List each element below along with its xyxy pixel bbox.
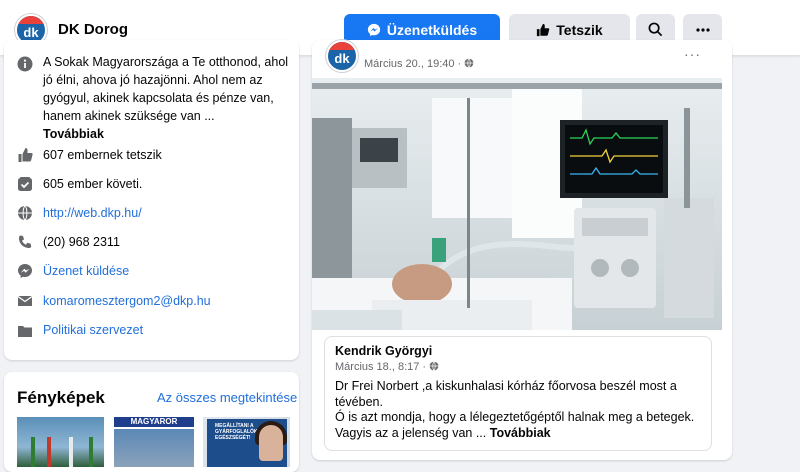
- email-link[interactable]: komaromesztergom2@dkp.hu: [43, 292, 293, 310]
- post-card: dk Március 20., 19:40 · ··· Kendrik Györ…: [312, 40, 732, 460]
- about-intro: A Sokak Magyarországa a Te otthonod, aho…: [43, 53, 293, 143]
- flag-pole: [47, 437, 51, 467]
- page-title[interactable]: DK Dorog: [58, 21, 128, 38]
- poster-card: MEGÁLLÍTANI A GYÁRFOGLALÓKAT EGÉSZSÉGÉT!: [207, 419, 287, 467]
- post-date-text: Március 20., 19:40 ·: [364, 58, 462, 70]
- check-box-icon: [16, 175, 34, 193]
- globe-icon: [16, 204, 34, 222]
- globe-privacy-icon: [429, 361, 439, 371]
- folder-icon: [16, 321, 34, 339]
- post-timestamp[interactable]: Március 20., 19:40 ·: [364, 58, 474, 70]
- post-avatar[interactable]: dk: [326, 40, 358, 72]
- more-dots-icon: [695, 27, 710, 32]
- search-icon: [648, 22, 663, 37]
- about-intro-text: A Sokak Magyarországa a Te otthonod, aho…: [43, 55, 289, 123]
- send-message-link[interactable]: Üzenet küldése: [43, 262, 293, 280]
- logo-arc: [328, 42, 356, 50]
- photo-thumbnail[interactable]: MAGYAROR: [110, 417, 197, 467]
- post-image[interactable]: [312, 78, 722, 330]
- ventilator-photo: [312, 78, 722, 330]
- shared-text-line1: Dr Frei Norbert ,a kiskunhalasi kórház f…: [335, 379, 677, 409]
- person-face: [259, 425, 283, 461]
- logo-text: dk: [334, 51, 350, 66]
- category-link[interactable]: Politikai szervezet: [43, 321, 293, 339]
- thumbs-up-icon: [16, 146, 34, 164]
- messenger-icon: [367, 23, 380, 36]
- phone-icon: [16, 233, 34, 251]
- flag-pole: [89, 437, 93, 467]
- shared-timestamp[interactable]: Március 18., 8:17 ·: [335, 361, 439, 373]
- logo-text: dk: [23, 25, 39, 40]
- shared-author[interactable]: Kendrik Györgyi: [335, 344, 432, 358]
- shared-post[interactable]: Kendrik Györgyi Március 18., 8:17 · Dr F…: [324, 336, 712, 451]
- logo-arc: [17, 16, 45, 24]
- about-card: A Sokak Magyarországa a Te otthonod, aho…: [4, 40, 299, 360]
- shared-date-text: Március 18., 8:17 ·: [335, 361, 427, 373]
- post-more-button[interactable]: ···: [684, 46, 701, 62]
- shared-see-more-link[interactable]: Továbbiak: [490, 426, 551, 440]
- see-more-link[interactable]: Továbbiak: [43, 127, 104, 141]
- flag-pole: [31, 437, 35, 467]
- thumbs-up-icon: [537, 23, 550, 36]
- info-icon: [16, 55, 34, 73]
- message-button-label: Üzenetküldés: [386, 21, 478, 38]
- photos-card: Fényképek Az összes megtekintése MAGYARO…: [4, 372, 299, 472]
- magazine-banner: MAGYAROR: [114, 417, 194, 427]
- website-link[interactable]: http://web.dkp.hu/: [43, 204, 293, 222]
- envelope-icon: [16, 292, 34, 310]
- photo-thumbnail[interactable]: MEGÁLLÍTANI A GYÁRFOGLALÓKAT EGÉSZSÉGÉT!: [203, 417, 290, 467]
- shared-post-text: Dr Frei Norbert ,a kiskunhalasi kórház f…: [335, 379, 705, 441]
- like-button-label: Tetszik: [556, 21, 603, 38]
- globe-privacy-icon: [464, 58, 474, 68]
- photos-title: Fényképek: [17, 388, 105, 407]
- flag-pole: [69, 437, 73, 467]
- followers-count: 605 ember követi.: [43, 177, 143, 191]
- photo-thumbnail[interactable]: [17, 417, 104, 467]
- likes-count: 607 embernek tetszik: [43, 148, 162, 162]
- see-all-photos-link[interactable]: Az összes megtekintése: [157, 390, 297, 405]
- messenger-icon: [16, 262, 34, 280]
- phone-number: (20) 968 2311: [43, 235, 120, 249]
- magazine-photo: [114, 429, 194, 467]
